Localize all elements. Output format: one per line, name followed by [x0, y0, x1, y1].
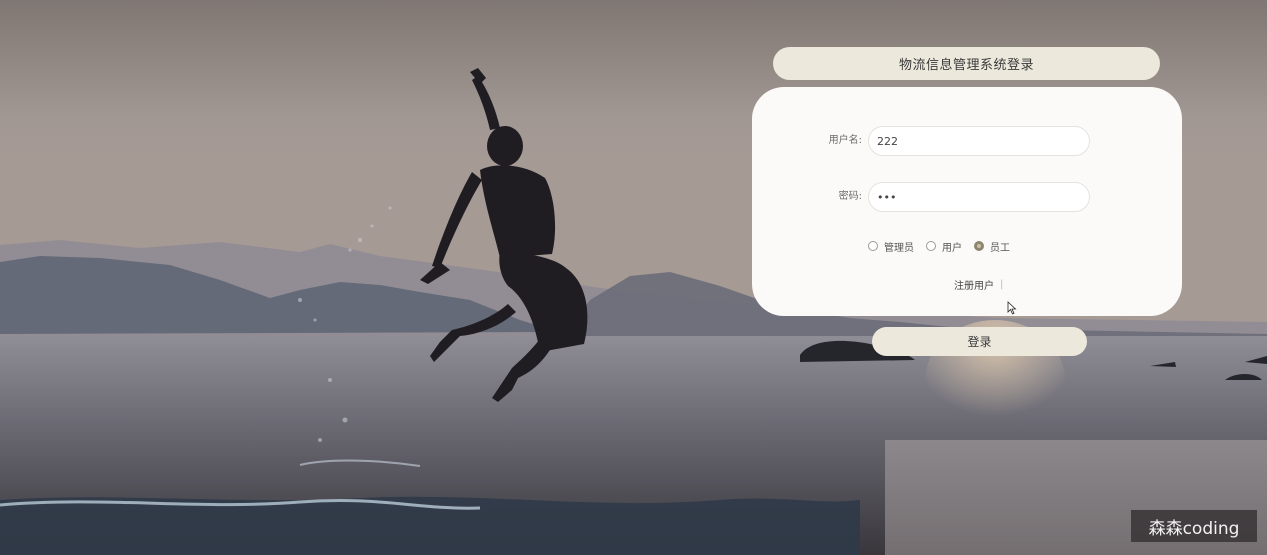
username-label: 用户名:	[828, 135, 862, 146]
login-button[interactable]: 登录	[872, 327, 1087, 356]
password-row: 密码:	[752, 182, 1182, 212]
page-title: 物流信息管理系统登录	[898, 58, 1034, 73]
watermark: 森森coding	[1131, 510, 1257, 542]
register-user-link[interactable]: 注册用户	[954, 277, 994, 292]
role-radio-group: 管理员 用户 员工	[868, 239, 1022, 254]
password-input[interactable]	[868, 182, 1090, 212]
role-label-employee: 员工	[990, 242, 1010, 254]
login-form-card: 用户名: 密码: 管理员 用户 员工 注册用户 |	[752, 87, 1182, 316]
role-label-admin: 管理员	[884, 242, 914, 254]
mouse-pointer-icon	[1007, 301, 1017, 315]
role-option-admin[interactable]: 管理员	[868, 239, 914, 254]
login-page: 物流信息管理系统登录 用户名: 密码: 管理员 用户 员工 注	[0, 0, 1267, 555]
username-input[interactable]	[868, 126, 1090, 156]
role-option-employee[interactable]: 员工	[974, 239, 1010, 254]
username-row: 用户名:	[752, 126, 1182, 156]
watermark-text: 森森coding	[1148, 518, 1240, 539]
radio-icon[interactable]	[868, 241, 878, 251]
separator: |	[1000, 279, 1004, 290]
role-option-user[interactable]: 用户	[926, 239, 962, 254]
radio-icon[interactable]	[926, 241, 936, 251]
login-title-bar: 物流信息管理系统登录	[773, 47, 1160, 80]
radio-checked-icon[interactable]	[974, 241, 984, 251]
role-label-user: 用户	[942, 242, 962, 254]
password-label: 密码:	[838, 191, 862, 202]
register-row: 注册用户 |	[954, 277, 1003, 292]
